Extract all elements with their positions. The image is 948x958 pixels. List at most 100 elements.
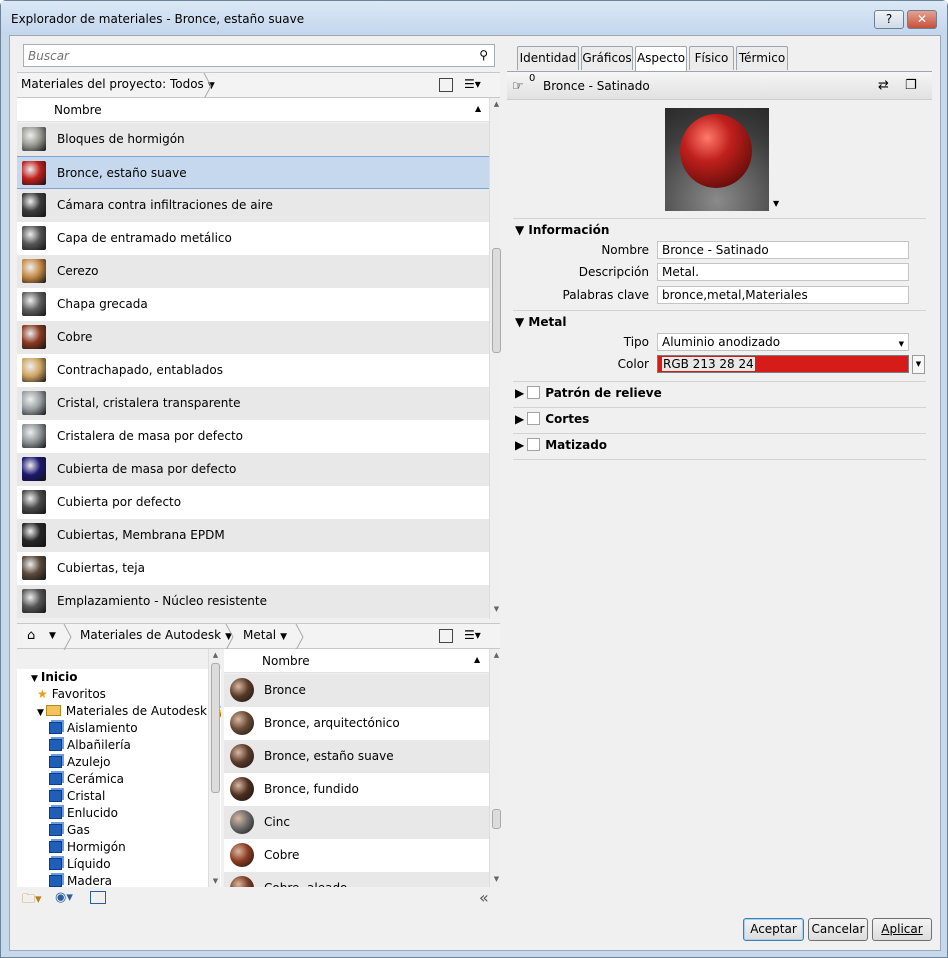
scroll-up-icon[interactable]: ▲ <box>209 651 222 659</box>
list-item[interactable]: Emplazamiento - Núcleo resistente <box>17 585 489 618</box>
folder-icon <box>45 705 61 716</box>
scrollbar-thumb[interactable] <box>211 663 220 793</box>
project-list-header[interactable]: Nombre ▲ <box>17 98 489 122</box>
scrollbar-thumb[interactable] <box>492 248 501 353</box>
material-preview[interactable] <box>665 108 769 211</box>
expand-arrow-icon[interactable]: ▶ <box>515 386 524 400</box>
tab-identidad[interactable]: Identidad <box>517 46 579 70</box>
description-field[interactable]: Metal. <box>657 263 909 281</box>
list-item[interactable]: Cubiertas, teja <box>17 552 489 585</box>
library-list-header[interactable]: Nombre ▲ <box>224 649 489 673</box>
cancel-button[interactable]: Cancelar <box>808 918 868 941</box>
scroll-up-icon[interactable]: ▲ <box>490 100 503 108</box>
list-item[interactable]: Bronce <box>224 674 489 707</box>
view-toggle-icon[interactable] <box>439 78 453 92</box>
scroll-down-icon[interactable]: ▼ <box>209 877 222 885</box>
tree-item-label: Favoritos <box>51 687 106 701</box>
tab-fisico[interactable]: Físico <box>689 46 734 70</box>
list-item[interactable]: Cobre <box>224 839 489 872</box>
type-select[interactable]: Aluminio anodizado ▼ <box>657 333 909 351</box>
collapse-panel-icon[interactable]: « <box>479 888 489 907</box>
project-filter-dropdown[interactable]: Materiales del proyecto: Todos ▼ <box>21 77 215 91</box>
list-item[interactable]: Bronce, estaño suave <box>224 740 489 773</box>
search-icon[interactable]: ⚲ <box>479 48 488 62</box>
tree-item[interactable]: Cristal <box>49 789 105 803</box>
name-field[interactable]: Bronce - Satinado <box>657 241 909 259</box>
color-field[interactable]: RGB 213 28 24 <box>657 355 909 373</box>
collapsed-section[interactable]: ▶ Cortes <box>515 412 589 426</box>
library-manage-icon[interactable]: 🗀▾ <box>22 890 42 912</box>
list-item[interactable]: Cámara contra infiltraciones de aire <box>17 189 489 222</box>
list-item[interactable]: Cubiertas, Membrana EPDM <box>17 519 489 552</box>
list-options-icon[interactable]: ☰▾ <box>464 628 481 642</box>
list-item[interactable]: Bronce, estaño suave <box>17 156 489 189</box>
section-checkbox[interactable] <box>527 412 541 425</box>
apply-button[interactable]: Aplicar <box>872 918 932 941</box>
tab-aspecto[interactable]: Aspecto <box>635 46 687 72</box>
expand-arrow-icon[interactable]: ▶ <box>515 412 524 426</box>
metal-section-header[interactable]: ▼ Metal <box>515 315 566 329</box>
list-item[interactable]: Cubierta por defecto <box>17 486 489 519</box>
tree-item[interactable]: Cerámica <box>49 772 124 786</box>
list-item[interactable]: Chapa grecada <box>17 288 489 321</box>
list-item[interactable]: Contrachapado, entablados <box>17 354 489 387</box>
help-button[interactable]: ? <box>874 10 904 29</box>
scroll-down-icon[interactable]: ▼ <box>490 605 503 613</box>
tab-termico[interactable]: Térmico <box>736 46 788 70</box>
tree-root[interactable]: ▼ Inicio <box>31 670 78 684</box>
tree-item[interactable]: Aislamiento <box>49 721 138 735</box>
tree-item[interactable]: Líquido <box>49 857 111 871</box>
scrollbar-thumb[interactable] <box>492 809 501 829</box>
replace-asset-icon[interactable]: ⇄ <box>878 78 889 93</box>
tree-scrollbar[interactable]: ▲ ▼ <box>208 649 220 889</box>
list-item[interactable]: Bronce, fundido <box>224 773 489 806</box>
home-icon[interactable]: ⌂ <box>27 628 35 643</box>
view-toggle-icon[interactable] <box>439 629 453 643</box>
project-list-scrollbar[interactable]: ▲ ▼ <box>489 98 503 619</box>
section-checkbox[interactable] <box>527 438 541 451</box>
tab-graficos[interactable]: Gráficos <box>581 46 633 70</box>
list-item[interactable]: Cinc <box>224 806 489 839</box>
list-item[interactable]: Capa de entramado metálico <box>17 222 489 255</box>
section-checkbox[interactable] <box>527 386 541 399</box>
list-item[interactable]: Cobre, aleado <box>224 872 489 887</box>
library-crumb-metal[interactable]: Metal ▼ <box>243 628 287 642</box>
duplicate-asset-icon[interactable]: ❐ <box>905 78 917 93</box>
info-section-header[interactable]: ▼ Información <box>515 223 609 237</box>
create-material-icon[interactable]: ◉▾ <box>55 890 73 905</box>
keywords-field[interactable]: bronce,metal,Materiales <box>657 286 909 304</box>
tree-item[interactable]: ★ Favoritos <box>37 687 106 701</box>
library-crumb-autodesk[interactable]: Materiales de Autodesk ▼ <box>80 628 232 642</box>
tree-item[interactable]: Albañilería <box>49 738 131 752</box>
expand-arrow-icon[interactable]: ▶ <box>515 438 524 452</box>
title-bar[interactable]: Explorador de materiales - Bronce, estañ… <box>1 1 947 35</box>
list-item[interactable]: Cobre <box>17 321 489 354</box>
color-options-button[interactable]: ▼ <box>912 355 925 374</box>
scroll-down-icon[interactable]: ▼ <box>490 875 503 883</box>
list-item[interactable]: Cristalera de masa por defecto <box>17 420 489 453</box>
tree-item[interactable]: ▼Materiales de Autodesk🔒 <box>37 704 221 718</box>
close-button[interactable]: ✕ <box>907 10 937 29</box>
list-item[interactable]: Cerezo <box>17 255 489 288</box>
tree-item[interactable]: Gas <box>49 823 90 837</box>
material-editor-icon[interactable] <box>90 891 106 904</box>
tree-item[interactable]: Hormigón <box>49 840 126 854</box>
ok-button[interactable]: Aceptar <box>743 918 804 941</box>
collapsed-section[interactable]: ▶ Matizado <box>515 438 607 452</box>
list-item[interactable]: Cristal, cristalera transparente <box>17 387 489 420</box>
preview-options-icon[interactable]: ▼ <box>773 199 779 208</box>
tree-item[interactable]: Enlucido <box>49 806 118 820</box>
tree-item[interactable]: Azulejo <box>49 755 111 769</box>
expand-triangle-icon[interactable]: ▼ <box>31 674 38 684</box>
scroll-up-icon[interactable]: ▲ <box>490 651 503 659</box>
list-options-icon[interactable]: ☰▾ <box>464 77 481 91</box>
tree-item[interactable]: Madera <box>49 874 112 888</box>
list-item[interactable]: Bloques de hormigón <box>17 123 489 156</box>
expand-triangle-icon[interactable]: ▼ <box>37 708 44 718</box>
list-item[interactable]: Bronce, arquitectónico <box>224 707 489 740</box>
search-input[interactable] <box>28 48 468 64</box>
collapsed-section[interactable]: ▶ Patrón de relieve <box>515 386 662 400</box>
library-list-scrollbar[interactable]: ▲ ▼ <box>489 649 503 887</box>
chevron-down-icon[interactable]: ▼ <box>49 631 56 641</box>
list-item[interactable]: Cubierta de masa por defecto <box>17 453 489 486</box>
